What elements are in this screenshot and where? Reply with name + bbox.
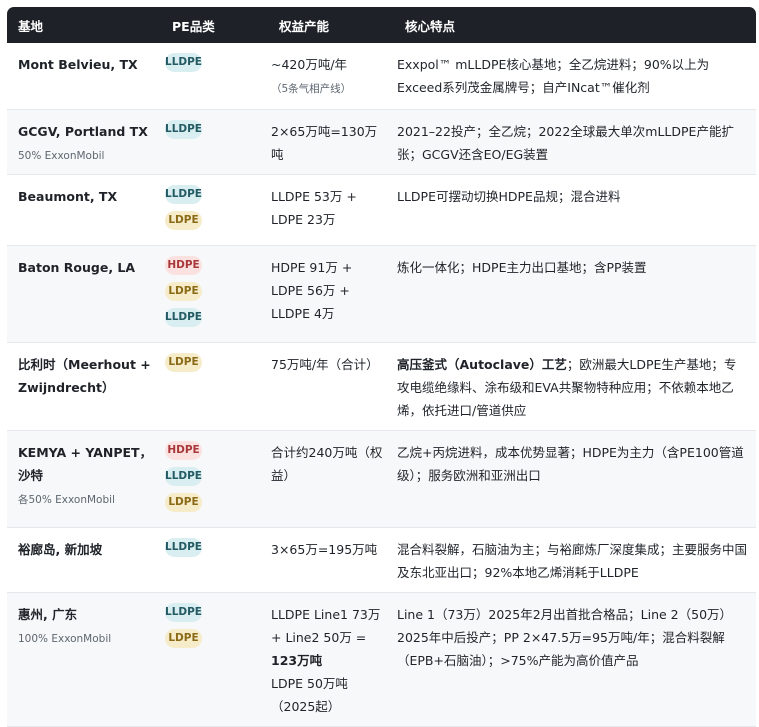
pe-type-badge: LDPE xyxy=(165,282,202,301)
pe-type-badge: LLDPE xyxy=(165,308,202,327)
site-name: KEMYA + YANPET，沙特 xyxy=(18,445,153,483)
pe-type-badge: LLDPE xyxy=(165,120,202,139)
capacity-cell: LLDPE Line1 73万 + Line2 50万 = 123万吨 LDPE… xyxy=(268,593,394,727)
pe-type-cell: LLDPE xyxy=(161,43,268,110)
capacity-text: 2×65万吨=130万吨 xyxy=(271,124,378,162)
capacity-note: （5条气相产线） xyxy=(271,83,352,95)
pe-type-cell: HDPE LDPE LLDPE xyxy=(161,246,268,343)
pe-capacity-table-container: 基地 PE品类 权益产能 核心特点 Mont Belvieu, TX LLDPE… xyxy=(7,7,756,727)
features-text: 混合料裂解，石脑油为主；与裕廊炼厂深度集成；主要服务中国及东北亚出口；92%本地… xyxy=(397,542,748,580)
capacity-text-ldpe: LDPE 50万吨（2025起） xyxy=(271,676,348,714)
site-name: Beaumont, TX xyxy=(18,189,118,204)
ownership-note: 50% ExxonMobil xyxy=(18,150,105,162)
capacity-cell: 3×65万=195万吨 xyxy=(268,528,394,593)
table-row: 裕廊岛, 新加坡 LLDPE 3×65万=195万吨 混合料裂解，石脑油为主；与… xyxy=(7,528,756,593)
capacity-cell: LLDPE 53万 + LDPE 23万 xyxy=(268,175,394,246)
pe-type-badge: HDPE xyxy=(165,256,202,275)
pe-type-cell: LLDPE LDPE xyxy=(161,593,268,727)
site-cell: Mont Belvieu, TX xyxy=(7,43,161,110)
features-cell: Line 1（73万）2025年2月出首批合格品；Line 2（50万）2025… xyxy=(394,593,756,727)
pe-type-cell: LLDPE LDPE xyxy=(161,175,268,246)
features-text: LLDPE可摆动切换HDPE品规；混合进料 xyxy=(397,189,621,204)
site-name: Baton Rouge, LA xyxy=(18,260,136,275)
site-name: 比利时（Meerhout + Zwijndrecht） xyxy=(18,357,151,395)
pe-type-badge: LLDPE xyxy=(165,538,202,557)
header-pe-type: PE品类 xyxy=(161,7,268,43)
header-site: 基地 xyxy=(7,7,161,43)
pe-type-cell: HDPE LLDPE LDPE xyxy=(161,431,268,528)
features-cell: 混合料裂解，石脑油为主；与裕廊炼厂深度集成；主要服务中国及东北亚出口；92%本地… xyxy=(394,528,756,593)
capacity-cell: 合计约240万吨（权益） xyxy=(268,431,394,528)
site-cell: 裕廊岛, 新加坡 xyxy=(7,528,161,593)
pe-type-badge: LDPE xyxy=(165,493,202,512)
site-cell: Baton Rouge, LA xyxy=(7,246,161,343)
pe-type-badge: LDPE xyxy=(165,629,202,648)
features-cell: 2021–22投产；全乙烷；2022全球最大单次mLLDPE产能扩张；GCGV还… xyxy=(394,110,756,175)
site-cell: KEMYA + YANPET，沙特 各50% ExxonMobil xyxy=(7,431,161,528)
capacity-text: 3×65万=195万吨 xyxy=(271,542,378,557)
capacity-text: LLDPE Line1 73万 + Line2 50万 = xyxy=(271,607,381,645)
table-row: GCGV, Portland TX 50% ExxonMobil LLDPE 2… xyxy=(7,110,756,175)
site-name: 裕廊岛, 新加坡 xyxy=(18,542,103,557)
features-text: Line 1（73万）2025年2月出首批合格品；Line 2（50万）2025… xyxy=(397,607,733,668)
table-row: Mont Belvieu, TX LLDPE ~420万吨/年 （5条气相产线）… xyxy=(7,43,756,110)
features-highlight: 高压釜式（Autoclave）工艺 xyxy=(397,357,567,372)
pe-type-cell: LDPE xyxy=(161,343,268,431)
pe-capacity-table: 基地 PE品类 权益产能 核心特点 Mont Belvieu, TX LLDPE… xyxy=(7,7,756,727)
table-row: Beaumont, TX LLDPE LDPE LLDPE 53万 + LDPE… xyxy=(7,175,756,246)
capacity-total: 123万吨 xyxy=(271,653,323,668)
table-row: Baton Rouge, LA HDPE LDPE LLDPE HDPE 91万… xyxy=(7,246,756,343)
capacity-text: HDPE 91万 + LDPE 56万 + LLDPE 4万 xyxy=(271,260,353,321)
capacity-text: 合计约240万吨（权益） xyxy=(271,445,383,483)
capacity-cell: 2×65万吨=130万吨 xyxy=(268,110,394,175)
features-cell: Exxpol™ mLLDPE核心基地；全乙烷进料；90%以上为Exceed系列茂… xyxy=(394,43,756,110)
features-text: Exxpol™ mLLDPE核心基地；全乙烷进料；90%以上为Exceed系列茂… xyxy=(397,57,710,95)
features-cell: LLDPE可摆动切换HDPE品规；混合进料 xyxy=(394,175,756,246)
table-row: 惠州, 广东 100% ExxonMobil LLDPE LDPE LLDPE … xyxy=(7,593,756,727)
site-name: Mont Belvieu, TX xyxy=(18,57,138,72)
capacity-text: ~420万吨/年 xyxy=(271,57,348,72)
table-row: 比利时（Meerhout + Zwijndrecht） LDPE 75万吨/年（… xyxy=(7,343,756,431)
site-cell: Beaumont, TX xyxy=(7,175,161,246)
header-capacity: 权益产能 xyxy=(268,7,394,43)
capacity-cell: 75万吨/年（合计） xyxy=(268,343,394,431)
pe-type-badge: LLDPE xyxy=(165,53,202,72)
features-text: 乙烷+丙烷进料，成本优势显著；HDPE为主力（含PE100管道级）；服务欧洲和亚… xyxy=(397,445,744,483)
site-cell: 比利时（Meerhout + Zwijndrecht） xyxy=(7,343,161,431)
pe-type-cell: LLDPE xyxy=(161,110,268,175)
features-text: 炼化一体化；HDPE主力出口基地；含PP装置 xyxy=(397,260,647,275)
site-cell: GCGV, Portland TX 50% ExxonMobil xyxy=(7,110,161,175)
ownership-note: 100% ExxonMobil xyxy=(18,633,112,645)
features-cell: 高压釜式（Autoclave）工艺；欧洲最大LDPE生产基地；专攻电缆绝缘料、涂… xyxy=(394,343,756,431)
pe-type-badge: LLDPE xyxy=(165,185,202,204)
site-name: 惠州, 广东 xyxy=(18,607,78,622)
features-cell: 乙烷+丙烷进料，成本优势显著；HDPE为主力（含PE100管道级）；服务欧洲和亚… xyxy=(394,431,756,528)
pe-type-badge: HDPE xyxy=(165,441,202,460)
features-text: 2021–22投产；全乙烷；2022全球最大单次mLLDPE产能扩张；GCGV还… xyxy=(397,124,734,162)
pe-type-badge: LLDPE xyxy=(165,467,202,486)
pe-type-badge: LDPE xyxy=(165,353,202,372)
capacity-cell: ~420万吨/年 （5条气相产线） xyxy=(268,43,394,110)
pe-type-cell: LLDPE xyxy=(161,528,268,593)
capacity-cell: HDPE 91万 + LDPE 56万 + LLDPE 4万 xyxy=(268,246,394,343)
header-features: 核心特点 xyxy=(394,7,756,43)
site-cell: 惠州, 广东 100% ExxonMobil xyxy=(7,593,161,727)
pe-type-badge: LLDPE xyxy=(165,603,202,622)
capacity-text: LLDPE 53万 + LDPE 23万 xyxy=(271,189,357,227)
features-cell: 炼化一体化；HDPE主力出口基地；含PP装置 xyxy=(394,246,756,343)
site-name: GCGV, Portland TX xyxy=(18,124,148,139)
capacity-text: 75万吨/年（合计） xyxy=(271,357,379,372)
table-header-row: 基地 PE品类 权益产能 核心特点 xyxy=(7,7,756,43)
pe-type-badge: LDPE xyxy=(165,211,202,230)
table-row: KEMYA + YANPET，沙特 各50% ExxonMobil HDPE L… xyxy=(7,431,756,528)
ownership-note: 各50% ExxonMobil xyxy=(18,494,115,506)
